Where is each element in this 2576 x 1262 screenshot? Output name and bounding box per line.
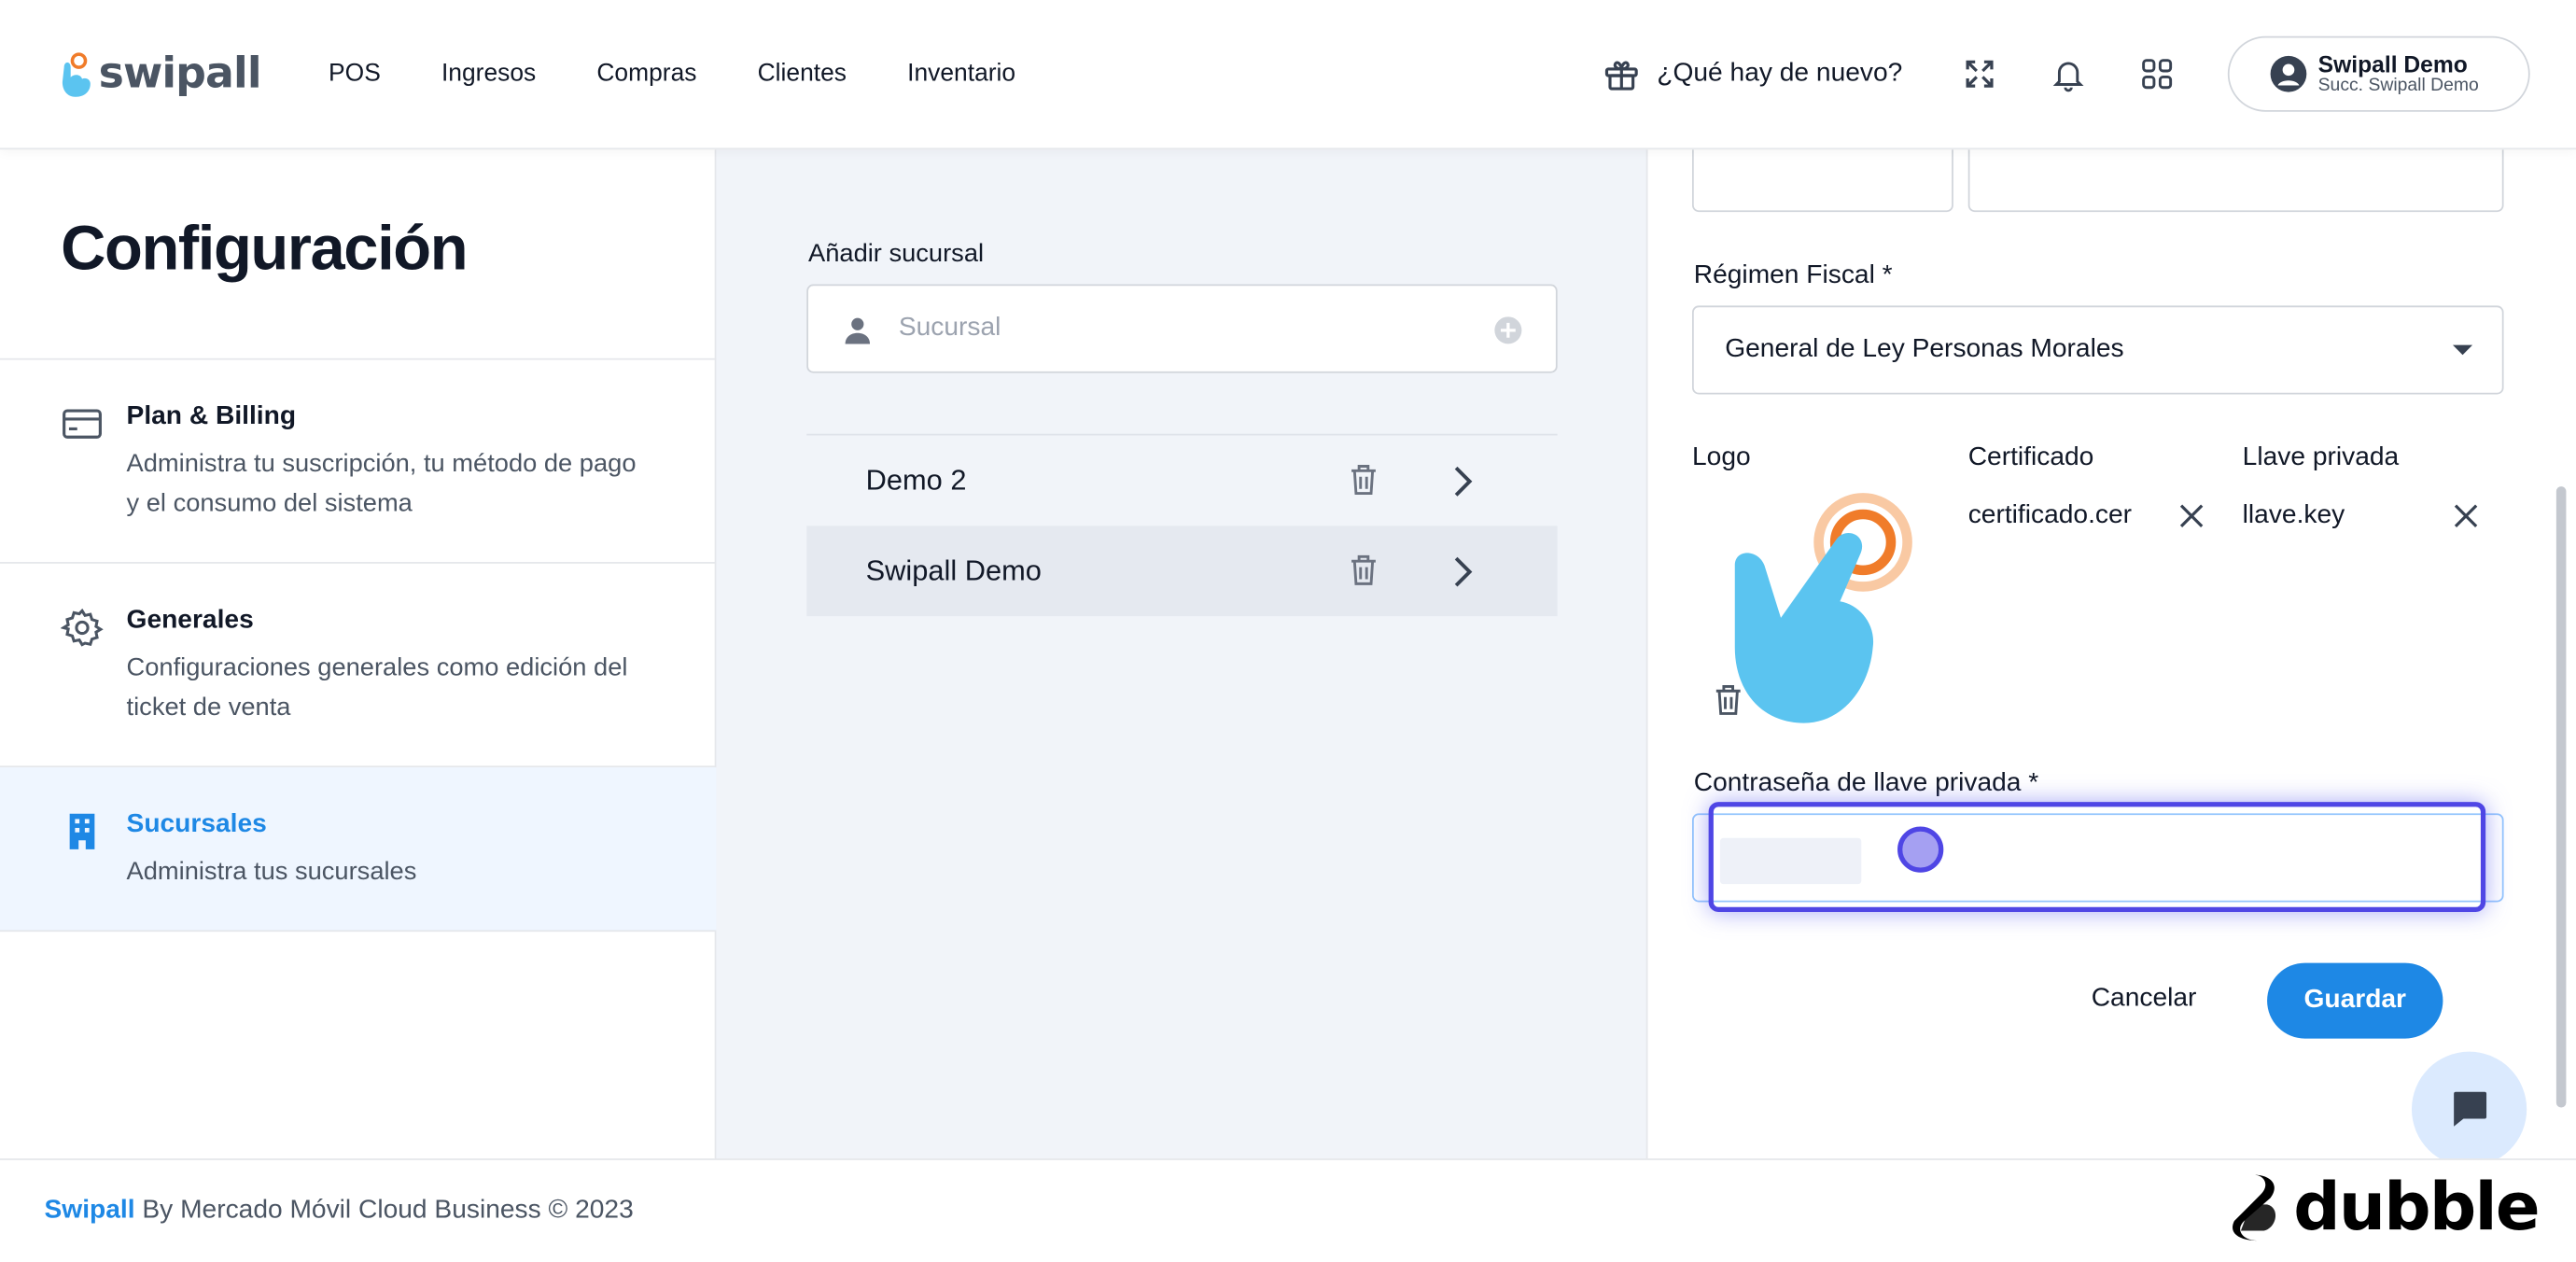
private-key-label: Llave privada — [2242, 443, 2400, 472]
form-field-partial[interactable] — [1692, 149, 1953, 213]
branch-name: Swipall Demo — [865, 554, 1042, 587]
branch-name: Demo 2 — [865, 463, 967, 497]
trash-icon[interactable] — [1346, 460, 1382, 499]
branch-row[interactable]: Demo 2 — [806, 436, 1557, 526]
sidebar-item-title: Generales — [126, 606, 254, 635]
sidebar-item-generales[interactable]: Generales Configuraciones generales como… — [0, 564, 717, 768]
nav-clientes[interactable]: Clientes — [758, 59, 847, 87]
page-footer: Swipall By Mercado Móvil Cloud Business … — [0, 1158, 2576, 1262]
footer-copyright: By Mercado Móvil Cloud Business © 2023 — [134, 1196, 634, 1225]
top-header: swipall POS Ingresos Compras Clientes In… — [0, 0, 2576, 150]
tax-regime-label: Régimen Fiscal * — [1693, 260, 1893, 289]
key-password-label: Contraseña de llave privada * — [1693, 768, 2039, 797]
sidebar-item-title: Plan & Billing — [126, 402, 297, 431]
footer-brand[interactable]: Swipall — [45, 1197, 135, 1225]
chevron-right-icon[interactable] — [1444, 552, 1480, 591]
certificate-filename: certificado.cer — [1967, 500, 2133, 529]
scrollbar[interactable] — [2555, 486, 2567, 1108]
whats-new-label: ¿Qué hay de nuevo? — [1657, 59, 1903, 88]
chevron-right-icon[interactable] — [1444, 462, 1480, 501]
dubble-text: dubble — [2293, 1170, 2540, 1246]
user-name: Swipall Demo — [2317, 50, 2468, 77]
user-icon — [845, 317, 871, 344]
sidebar-item-desc: Administra tus sucursales — [126, 857, 417, 886]
whats-new-button[interactable]: ¿Qué hay de nuevo? — [1601, 54, 1902, 93]
branch-name-input[interactable] — [898, 314, 1458, 344]
tax-regime-select[interactable]: General de Ley Personas Morales — [1692, 305, 2504, 395]
user-branch: Succ. Swipall Demo — [2317, 75, 2479, 96]
chat-bubble-icon — [2454, 1091, 2487, 1127]
add-circle-icon[interactable] — [1493, 316, 1523, 345]
page-title: Configuración — [61, 215, 468, 285]
trash-icon[interactable] — [1346, 551, 1382, 590]
dubble-watermark: dubble — [2221, 1170, 2541, 1246]
tax-regime-value: General de Ley Personas Morales — [1725, 335, 2124, 364]
private-key-filename: llave.key — [2242, 500, 2345, 529]
app-window: swipall POS Ingresos Compras Clientes In… — [0, 0, 2576, 1262]
gift-icon — [1604, 61, 1637, 91]
certificate-label: Certificado — [1967, 443, 2094, 472]
add-branch-field — [806, 284, 1558, 373]
building-icon — [69, 813, 95, 849]
user-avatar-icon — [2270, 55, 2307, 92]
user-menu-button[interactable]: Swipall Demo Succ. Swipall Demo — [2227, 35, 2530, 112]
dubble-logo-icon — [2233, 1174, 2276, 1241]
sidebar-item-desc: Configuraciones generales como edición d… — [126, 653, 628, 722]
apps-grid-icon[interactable] — [2137, 54, 2177, 93]
pointer-hand-icon — [1734, 493, 1912, 723]
fullscreen-icon[interactable] — [1960, 54, 1999, 93]
sidebar-item-desc: Administra tu suscripción, tu método de … — [126, 450, 637, 518]
click-highlight — [1708, 802, 2486, 913]
logo-label: Logo — [1692, 443, 1751, 472]
bell-icon[interactable] — [2049, 54, 2088, 93]
form-field-partial[interactable] — [1967, 149, 2504, 213]
nav-pos[interactable]: POS — [329, 59, 381, 87]
credit-card-icon — [63, 409, 102, 439]
settings-sidebar: Configuración Plan & Billing Administra … — [0, 149, 717, 1159]
branch-list: Demo 2 Swipall Demo — [806, 433, 1558, 617]
remove-certificate-icon[interactable] — [2177, 501, 2206, 531]
caret-down-icon — [2452, 344, 2473, 356]
footer-text: Swipall By Mercado Móvil Cloud Business … — [45, 1197, 634, 1227]
nav-compras[interactable]: Compras — [596, 59, 696, 87]
save-button[interactable]: Guardar — [2267, 962, 2443, 1039]
cancel-button[interactable]: Cancelar — [2068, 966, 2219, 1031]
sidebar-item-title: Sucursales — [126, 809, 267, 838]
nav-ingresos[interactable]: Ingresos — [441, 59, 536, 87]
swipall-logo[interactable]: swipall — [59, 46, 262, 102]
gear-icon — [61, 608, 104, 647]
settings-menu: Plan & Billing Administra tu suscripción… — [0, 358, 717, 932]
chat-button[interactable] — [2411, 1051, 2527, 1167]
branches-panel: Añadir sucursal Demo 2 Swipall Demo — [716, 149, 1648, 1159]
logo-text: swipall — [98, 49, 262, 99]
sidebar-item-sucursales[interactable]: Sucursales Administra tus sucursales — [0, 767, 717, 932]
remove-key-icon[interactable] — [2451, 501, 2481, 531]
add-branch-label: Añadir sucursal — [808, 240, 985, 268]
branch-row[interactable]: Swipall Demo — [806, 526, 1558, 617]
cursor-indicator — [1897, 826, 1944, 873]
main-nav: POS Ingresos Compras Clientes Inventario — [329, 59, 1076, 87]
sidebar-item-plan-billing[interactable]: Plan & Billing Administra tu suscripción… — [0, 360, 717, 564]
swipall-hand-logo-icon — [62, 52, 91, 97]
header-actions: ¿Qué hay de nuevo? Swipall Demo Succ. Sw… — [1601, 35, 2530, 112]
nav-inventario[interactable]: Inventario — [907, 59, 1015, 87]
